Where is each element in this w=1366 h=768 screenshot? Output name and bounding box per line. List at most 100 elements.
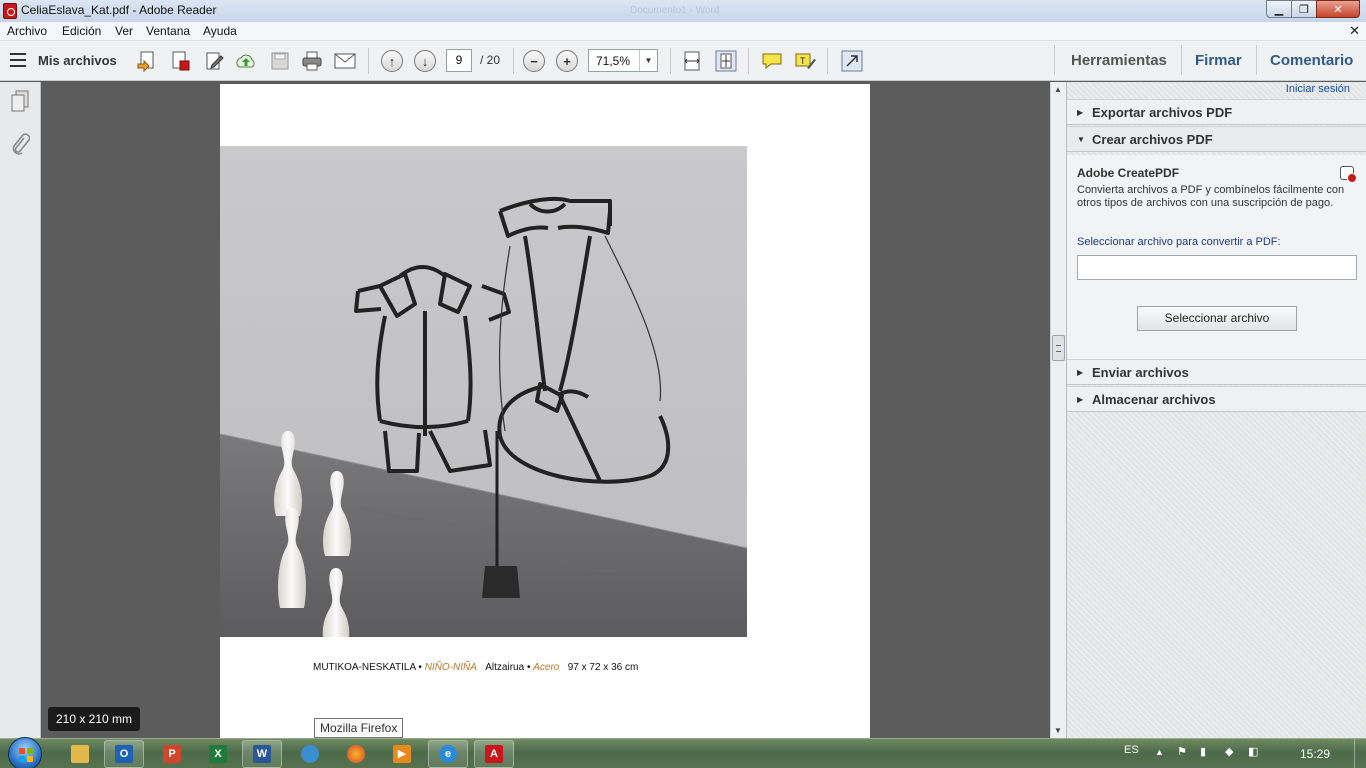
artwork-caption: MUTIKOA-NESKATILA • NIÑO-NIÑA Altzairua … <box>313 662 639 673</box>
createpdf-description: Convierta archivos a PDF y combínelos fá… <box>1077 184 1345 209</box>
menu-archivo[interactable]: Archivo <box>7 24 47 38</box>
network-signal-icon[interactable]: ▮ <box>1200 745 1206 758</box>
outlook-icon: O <box>115 745 133 763</box>
section-export-pdf[interactable]: ▶ Exportar archivos PDF <box>1067 99 1366 125</box>
chevron-right-icon: ▶ <box>1077 108 1084 117</box>
close-document-icon[interactable]: ✕ <box>1349 23 1360 39</box>
zoom-out-button[interactable]: − <box>522 49 546 73</box>
email-icon[interactable] <box>333 49 357 73</box>
outlook-taskbar-button[interactable]: O <box>104 740 144 768</box>
adobe-reader-taskbar-button[interactable]: A <box>474 740 514 768</box>
create-pdf-panel: Adobe CreatePDF Convierta archivos a PDF… <box>1067 155 1366 365</box>
file-path-field[interactable] <box>1077 255 1357 280</box>
media-player-taskbar-button[interactable]: ▶ <box>382 740 422 768</box>
menu-ayuda[interactable]: Ayuda <box>203 24 237 38</box>
select-file-label: Seleccionar archivo para convertir a PDF… <box>1077 236 1281 248</box>
taskbar-clock[interactable]: 15:29 <box>1300 747 1330 761</box>
restore-button[interactable]: ❐ <box>1291 0 1317 18</box>
tools-tab[interactable]: Herramientas <box>1071 52 1167 69</box>
background-window-title: Documento1 - Word <box>630 5 720 16</box>
adobe-reader-icon <box>3 3 17 19</box>
print-icon[interactable] <box>300 49 324 73</box>
caption-dimensions: 97 x 72 x 36 cm <box>567 662 639 673</box>
start-button[interactable] <box>8 737 42 768</box>
taskbar-tooltip: Mozilla Firefox <box>314 718 404 738</box>
zoom-value: 71,5% <box>596 54 631 68</box>
sign-in-link[interactable]: Iniciar sesión <box>1286 83 1350 95</box>
section-store-files[interactable]: ▶ Almacenar archivos <box>1067 386 1366 412</box>
section-send-files[interactable]: ▶ Enviar archivos <box>1067 359 1366 385</box>
window-title: CeliaEslava_Kat.pdf - Adobe Reader <box>21 3 217 17</box>
chevron-right-icon: ▶ <box>1077 368 1084 377</box>
full-screen-icon[interactable] <box>840 49 864 73</box>
globe-icon <box>301 745 319 763</box>
fit-page-icon[interactable] <box>714 49 738 73</box>
menu-bar: Archivo Edición Ver Ventana Ayuda ✕ <box>0 22 1366 41</box>
caption-material: Altzairua <box>485 662 525 673</box>
menu-ventana[interactable]: Ventana <box>146 24 190 38</box>
highlight-text-icon[interactable]: T <box>793 49 817 73</box>
close-button[interactable]: ✕ <box>1316 0 1360 18</box>
title-bar: CeliaEslava_Kat.pdf - Adobe Reader Docum… <box>0 0 1366 22</box>
firefox-taskbar-button[interactable] <box>336 740 376 768</box>
upload-cloud-icon[interactable] <box>234 49 258 73</box>
scroll-down-icon[interactable]: ▼ <box>1054 726 1062 735</box>
caption-title-es: NIÑO-NIÑA <box>424 662 477 673</box>
sign-tab[interactable]: Firmar <box>1195 52 1242 69</box>
select-file-button[interactable]: Seleccionar archivo <box>1137 306 1297 331</box>
close-icon: ✕ <box>1333 3 1343 16</box>
page-number-input[interactable]: 9 <box>446 49 472 72</box>
scroll-up-icon[interactable]: ▲ <box>1054 85 1062 94</box>
document-view[interactable]: MUTIKOA-NESKATILA • NIÑO-NIÑA Altzairua … <box>41 82 1050 738</box>
my-files-button[interactable]: Mis archivos <box>38 53 117 68</box>
powerpoint-taskbar-button[interactable]: P <box>152 740 192 768</box>
minimize-icon: ▁ <box>1274 3 1284 16</box>
caption-material-es: Acero <box>533 662 560 673</box>
arrow-up-icon: ↑ <box>381 50 403 72</box>
action-center-icon[interactable]: ⚑ <box>1177 745 1187 758</box>
chevron-down-icon[interactable]: ▼ <box>639 50 657 71</box>
show-hidden-icons-icon[interactable]: ▲ <box>1155 747 1164 757</box>
ie-taskbar-button[interactable]: e <box>428 740 468 768</box>
browser-taskbar-button[interactable] <box>290 740 330 768</box>
document-scrollbar[interactable]: ▲ ▼ <box>1050 82 1066 738</box>
page-total: / 20 <box>480 53 501 67</box>
language-indicator[interactable]: ES <box>1124 744 1139 756</box>
section-create-pdf[interactable]: ▼ Crear archivos PDF <box>1067 126 1366 152</box>
export-pdf-icon[interactable] <box>168 49 192 73</box>
createpdf-info-icon[interactable] <box>1340 166 1357 183</box>
edit-pdf-icon[interactable] <box>202 49 226 73</box>
pdf-page: MUTIKOA-NESKATILA • NIÑO-NIÑA Altzairua … <box>220 84 870 738</box>
page-thumbnails-icon[interactable] <box>10 90 30 112</box>
fit-width-icon[interactable] <box>680 49 704 73</box>
dropbox-icon[interactable]: ◆ <box>1225 745 1233 758</box>
volume-icon[interactable]: ◧ <box>1248 745 1258 758</box>
attachments-paperclip-icon[interactable] <box>10 132 31 156</box>
page-size-badge: 210 x 210 mm <box>48 707 140 731</box>
explorer-taskbar-button[interactable] <box>60 740 100 768</box>
scrollbar-thumb[interactable] <box>1052 335 1065 361</box>
show-desktop-button[interactable] <box>1354 739 1366 768</box>
minus-icon: − <box>523 50 545 72</box>
excel-taskbar-button[interactable]: X <box>198 740 238 768</box>
comment-bubble-icon[interactable] <box>760 49 784 73</box>
zoom-in-button[interactable]: + <box>555 49 579 73</box>
comment-tab[interactable]: Comentario <box>1270 52 1353 69</box>
word-taskbar-button[interactable]: W <box>242 740 282 768</box>
windows-logo-icon <box>19 748 33 762</box>
window-controls: ▁ ❐ ✕ <box>1266 0 1360 18</box>
previous-page-button[interactable]: ↑ <box>380 49 404 73</box>
minimize-button[interactable]: ▁ <box>1266 0 1292 18</box>
next-page-button[interactable]: ↓ <box>413 49 437 73</box>
svg-text:T: T <box>800 56 806 66</box>
word-icon: W <box>253 745 271 763</box>
chevron-right-icon: ▶ <box>1077 395 1084 404</box>
create-pdf-icon[interactable] <box>135 49 159 73</box>
menu-edicion[interactable]: Edición <box>62 24 101 38</box>
menu-ver[interactable]: Ver <box>115 24 133 38</box>
zoom-select[interactable]: 71,5% ▼ <box>588 49 658 72</box>
caption-title: MUTIKOA-NESKATILA <box>313 662 416 673</box>
chevron-down-icon: ▼ <box>1077 135 1085 144</box>
save-icon[interactable] <box>268 49 292 73</box>
menu-icon[interactable] <box>10 53 26 67</box>
